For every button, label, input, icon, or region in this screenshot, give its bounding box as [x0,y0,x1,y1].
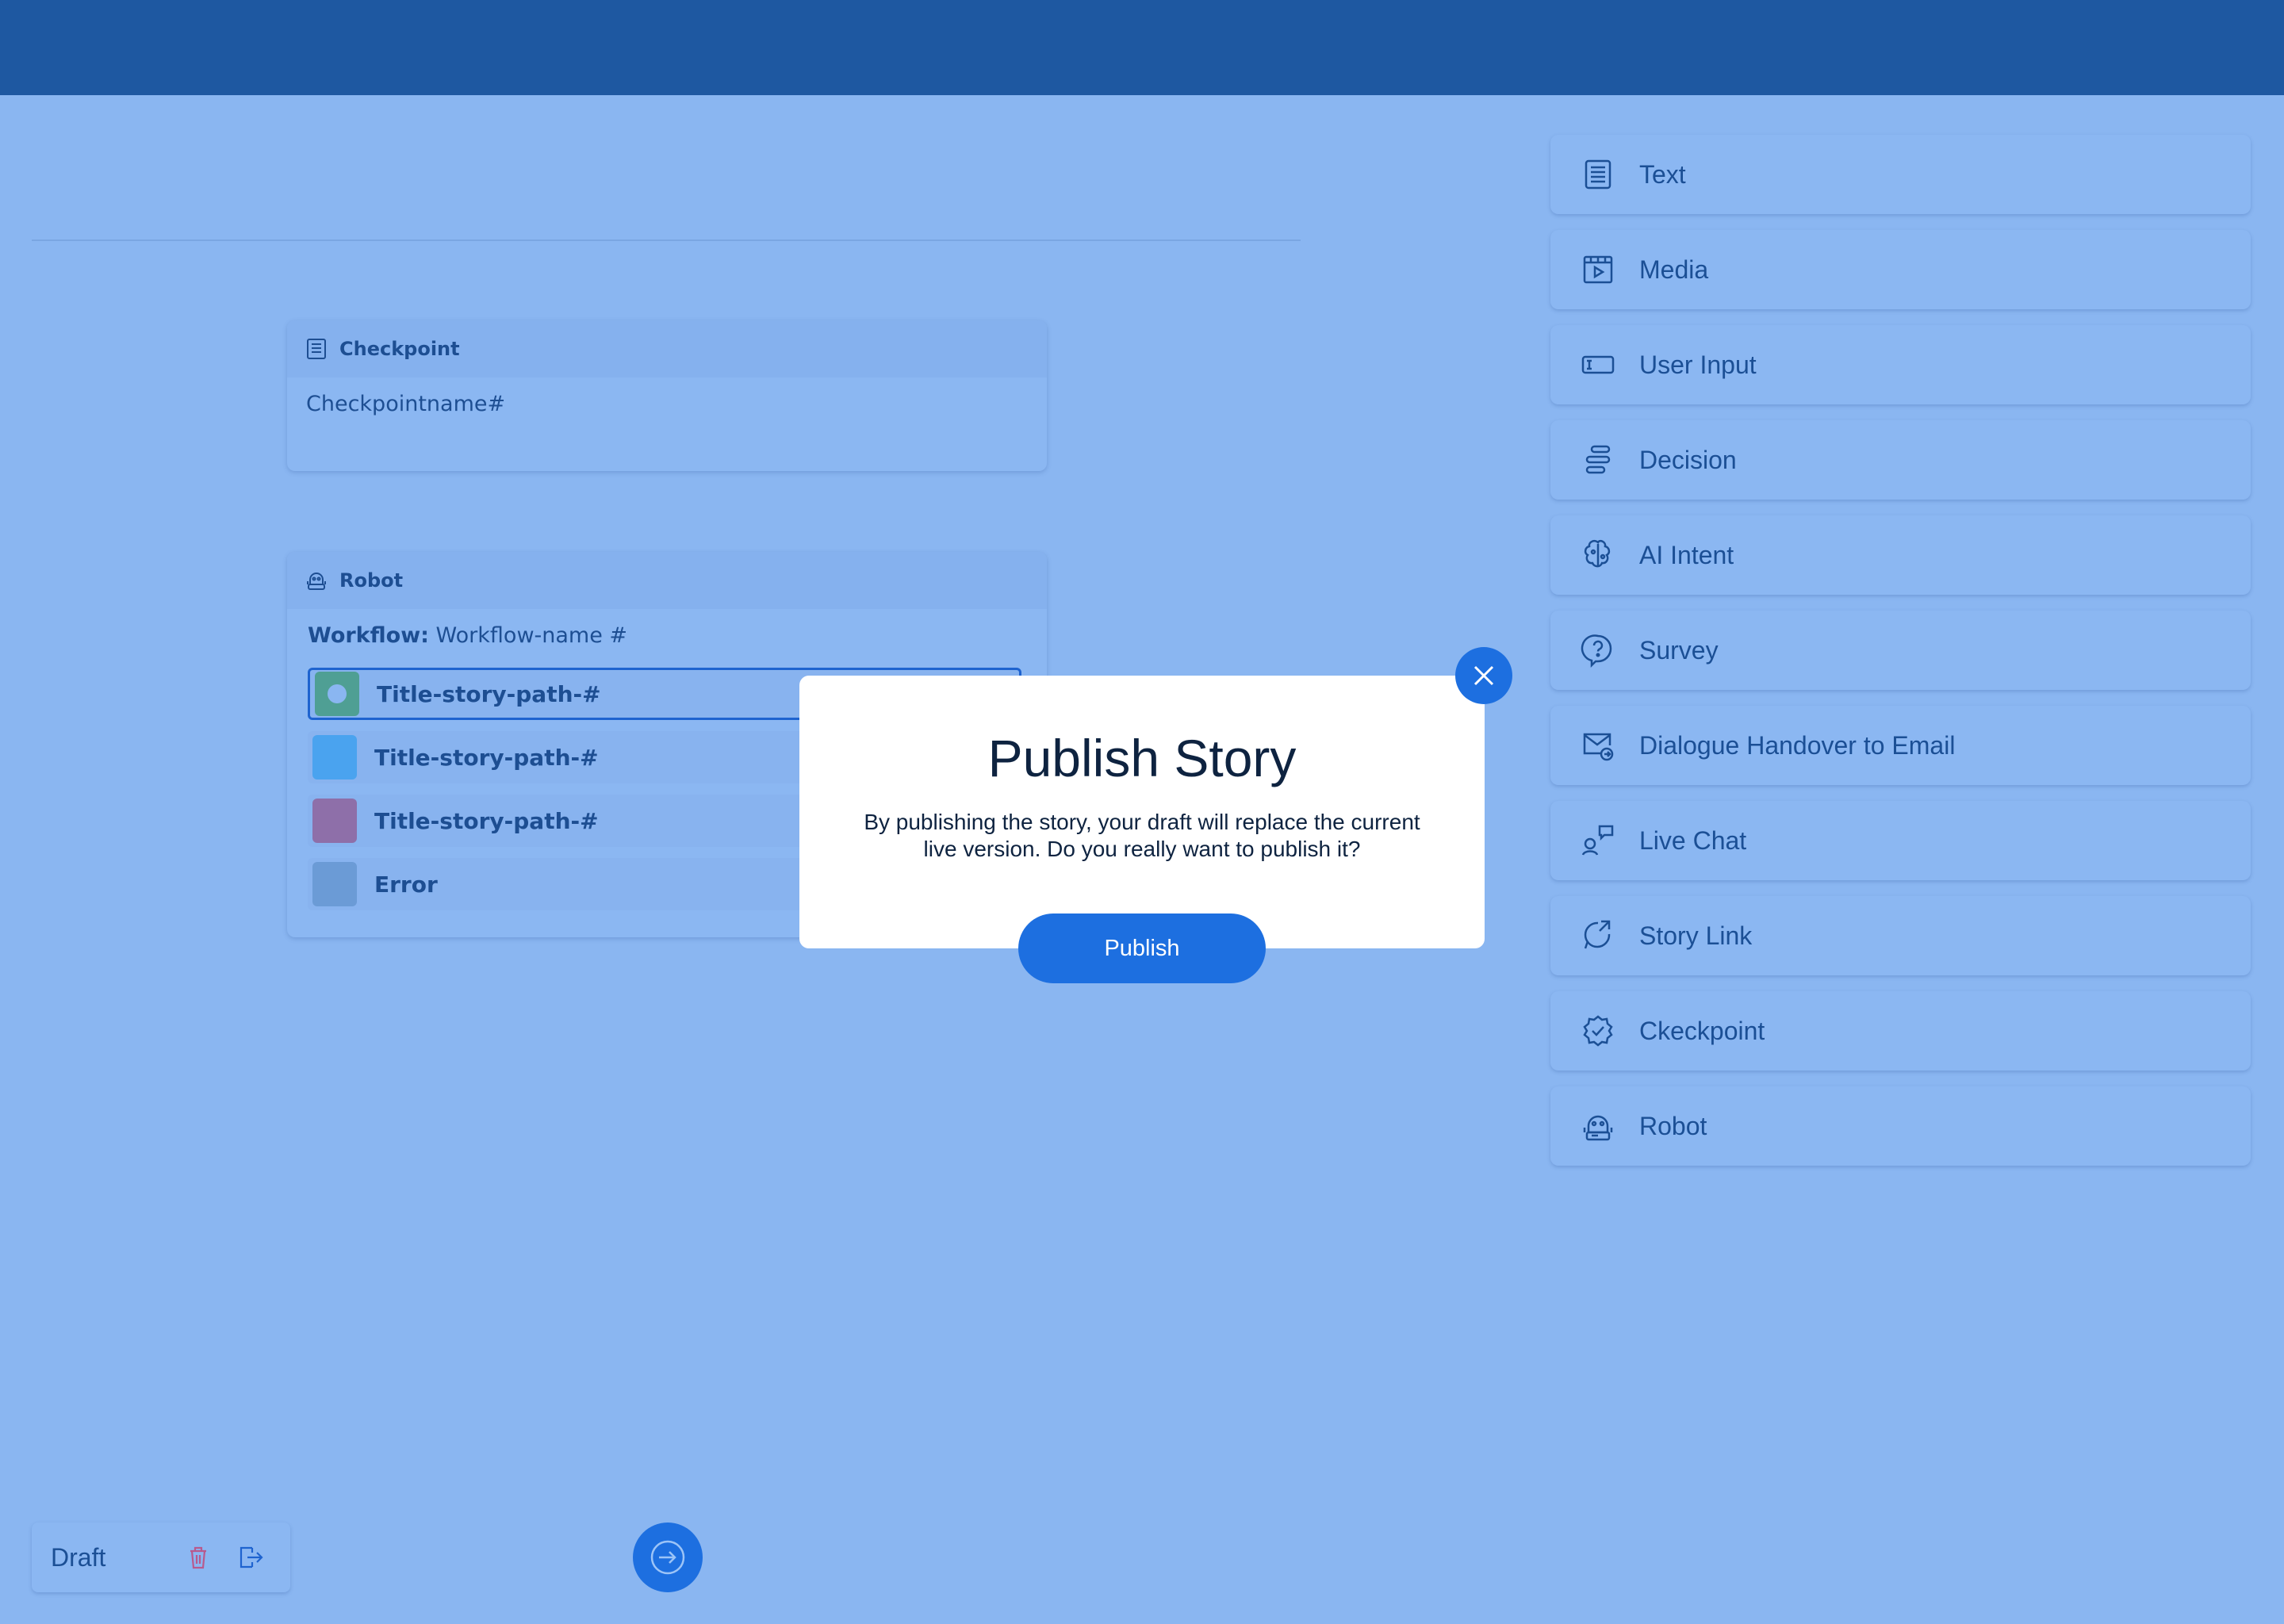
survey-icon [1581,633,1615,668]
dialog-title: Publish Story [987,729,1297,787]
palette-item-label: Robot [1639,1111,1707,1140]
canvas-divider [32,239,1301,241]
close-dialog-button[interactable] [1455,647,1512,704]
palette-item-label: Decision [1639,445,1737,474]
draft-status-label: Draft [51,1542,106,1572]
exit-icon[interactable] [235,1542,266,1573]
palette-item-text[interactable]: Text [1550,135,2251,214]
palette-item-label: AI Intent [1639,540,1734,569]
checkpoint-card[interactable]: Checkpoint Checkpointname# [287,320,1047,471]
media-icon [1581,252,1615,287]
path-color-swatch [312,799,357,843]
palette-item-decision[interactable]: Decision [1550,420,2251,500]
palette-item-label: Text [1639,159,1686,189]
checkpoint-card-header: Checkpoint [287,320,1047,377]
text-icon [1581,157,1615,192]
palette-item-dialogue-handover[interactable]: Dialogue Handover to Email [1550,706,2251,785]
palette-item-ai-intent[interactable]: AI Intent [1550,515,2251,595]
robot-card-header: Robot [287,552,1047,609]
palette-item-label: Dialogue Handover to Email [1639,730,1956,760]
top-bar [0,0,2284,95]
live-chat-icon [1581,823,1615,858]
palette-item-survey[interactable]: Survey [1550,611,2251,690]
text-icon [307,339,326,359]
checkpoint-icon [1581,1013,1615,1048]
trash-icon[interactable] [182,1542,214,1573]
palette-item-live-chat[interactable]: Live Chat [1550,801,2251,880]
dialog-message: By publishing the story, your draft will… [864,810,1420,861]
palette-item-label: Story Link [1639,921,1753,950]
next-button[interactable] [633,1522,703,1592]
close-icon [1473,665,1494,686]
ai-intent-icon [1581,538,1615,573]
palette-item-user-input[interactable]: User Input [1550,325,2251,404]
path-color-swatch [312,862,357,906]
workflow-line: Workflow: Workflow-name # [287,609,1047,648]
palette-item-label: Survey [1639,635,1719,665]
story-path-label: Title-story-path-# [374,744,599,771]
story-path-label: Title-story-path-# [377,680,601,707]
draft-status-panel: Draft [32,1522,290,1592]
palette-item-story-link[interactable]: Story Link [1550,896,2251,975]
path-color-swatch [315,672,359,716]
workflow-label: Workflow: [308,623,429,648]
story-link-icon [1581,918,1615,953]
arrow-right-circle-icon [650,1540,685,1575]
publish-button[interactable]: Publish [1018,914,1266,983]
palette-item-label: Ckeckpoint [1639,1016,1765,1045]
robot-icon [1581,1109,1615,1143]
error-path-label: Error [374,871,438,898]
palette-item-checkpoint[interactable]: Ckeckpoint [1550,991,2251,1071]
path-color-swatch [312,735,357,779]
email-handover-icon [1581,728,1615,763]
story-path-label: Title-story-path-# [374,807,599,834]
palette-item-robot[interactable]: Robot [1550,1086,2251,1166]
user-input-icon [1581,347,1615,382]
palette-item-media[interactable]: Media [1550,230,2251,309]
checkpoint-card-title: Checkpoint [339,338,460,360]
robot-card-title: Robot [339,569,404,592]
selected-dot [328,684,347,703]
robot-icon [307,573,326,590]
palette-item-label: Media [1639,255,1709,284]
publish-dialog: Publish Story By publishing the story, y… [799,676,1485,948]
checkpoint-name: Checkpointname# [306,392,506,416]
palette-item-label: Live Chat [1639,825,1747,855]
workflow-name: Workflow-name # [435,623,628,648]
decision-icon [1581,442,1615,477]
palette-item-label: User Input [1639,350,1757,379]
